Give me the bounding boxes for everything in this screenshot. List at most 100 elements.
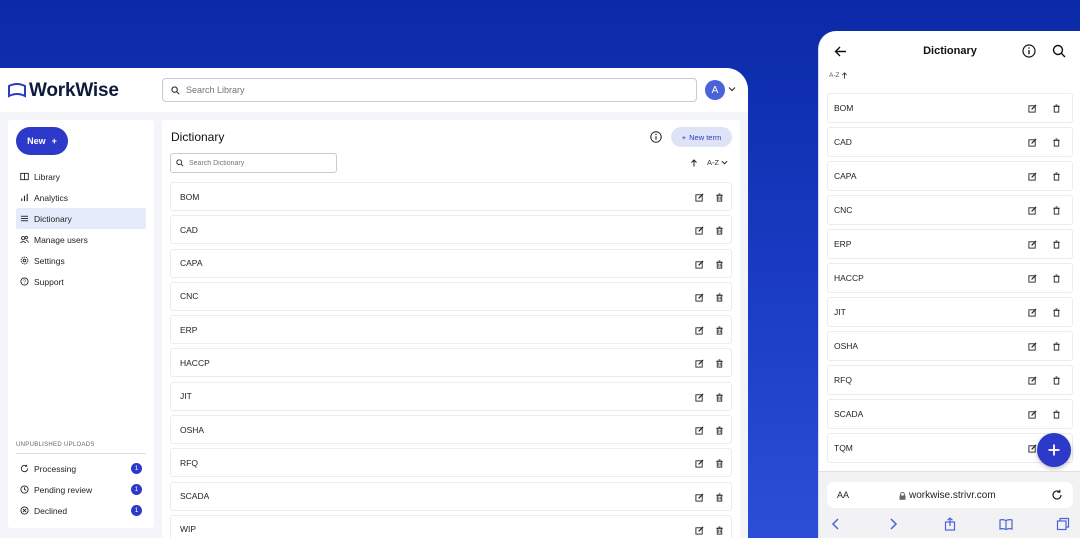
trash-icon[interactable]	[1052, 308, 1061, 317]
add-term-fab[interactable]	[1037, 433, 1071, 467]
edit-icon[interactable]	[1028, 308, 1037, 317]
edit-icon[interactable]	[1028, 104, 1037, 113]
trash-icon[interactable]	[1052, 410, 1061, 419]
trash-icon[interactable]	[715, 359, 724, 369]
forward-chevron-icon[interactable]	[886, 517, 900, 531]
list-item[interactable]: CAD	[827, 127, 1073, 157]
edit-icon[interactable]	[1028, 138, 1037, 147]
list-item[interactable]: CNC	[827, 195, 1073, 225]
bookmarks-icon[interactable]	[999, 517, 1013, 531]
trash-icon[interactable]	[715, 326, 724, 335]
trash-icon[interactable]	[715, 459, 724, 468]
avatar[interactable]: A	[705, 80, 725, 100]
edit-icon[interactable]	[1028, 240, 1037, 249]
new-button[interactable]: New +	[16, 127, 68, 155]
list-item[interactable]: HACCP	[827, 263, 1073, 293]
search-icon[interactable]	[1052, 44, 1066, 58]
edit-icon[interactable]	[1028, 274, 1037, 283]
list-item[interactable]: BOM	[827, 93, 1073, 123]
edit-icon[interactable]	[1028, 444, 1037, 453]
table-row[interactable]: BOM	[170, 182, 732, 211]
info-icon[interactable]	[650, 131, 662, 143]
library-search-input[interactable]	[186, 85, 666, 95]
table-row[interactable]: SCADA	[170, 481, 732, 511]
new-term-button[interactable]: + New term	[671, 127, 732, 147]
table-row[interactable]: ERP	[170, 315, 732, 345]
trash-icon[interactable]	[715, 260, 724, 269]
trash-icon[interactable]	[1052, 274, 1061, 283]
dictionary-search-box[interactable]	[170, 153, 337, 173]
mobile-sort-control[interactable]: A-Z	[829, 72, 848, 79]
trash-icon[interactable]	[1052, 138, 1061, 147]
reader-settings-button[interactable]: AA	[837, 490, 849, 500]
list-item[interactable]: ERP	[827, 229, 1073, 259]
library-search-box[interactable]	[162, 78, 697, 102]
divider	[16, 453, 146, 454]
trash-icon[interactable]	[715, 226, 724, 235]
address-bar[interactable]: AA workwise.strivr.com	[827, 482, 1073, 508]
trash-icon[interactable]	[715, 493, 724, 502]
trash-icon[interactable]	[715, 426, 724, 435]
trash-icon[interactable]	[1052, 172, 1061, 181]
trash-icon[interactable]	[715, 526, 724, 535]
trash-icon[interactable]	[1052, 104, 1061, 113]
edit-icon[interactable]	[1028, 410, 1037, 419]
sort-dropdown[interactable]: A-Z	[707, 158, 728, 167]
edit-icon[interactable]	[695, 326, 704, 335]
trash-icon[interactable]	[715, 293, 724, 302]
table-row[interactable]: RFQ	[170, 448, 732, 478]
reload-icon[interactable]	[1051, 489, 1063, 501]
sidebar-item-dictionary[interactable]: Dictionary	[16, 208, 146, 229]
trash-icon[interactable]	[1052, 376, 1061, 385]
edit-icon[interactable]	[695, 426, 704, 435]
edit-icon[interactable]	[1028, 172, 1037, 181]
edit-icon[interactable]	[1028, 206, 1037, 215]
edit-icon[interactable]	[1028, 342, 1037, 351]
edit-icon[interactable]	[695, 526, 704, 535]
table-row[interactable]: OSHA	[170, 415, 732, 445]
sidebar-item-settings[interactable]: Settings	[16, 250, 146, 271]
list-item[interactable]: CAPA	[827, 161, 1073, 191]
edit-icon[interactable]	[695, 226, 704, 235]
arrow-up-icon[interactable]	[690, 159, 698, 167]
upload-item-pending-review[interactable]: Pending review 1	[16, 479, 146, 500]
edit-icon[interactable]	[695, 393, 704, 402]
url-display[interactable]: workwise.strivr.com	[899, 490, 996, 501]
back-chevron-icon[interactable]	[829, 517, 843, 531]
edit-icon[interactable]	[695, 493, 704, 502]
sidebar-item-support[interactable]: ? Support	[16, 271, 146, 292]
trash-icon[interactable]	[1052, 206, 1061, 215]
list-item[interactable]: RFQ	[827, 365, 1073, 395]
workwise-logo[interactable]: WorkWise	[8, 80, 119, 102]
dictionary-search-input[interactable]	[189, 159, 329, 167]
table-row[interactable]: WIP	[170, 514, 732, 538]
trash-icon[interactable]	[1052, 342, 1061, 351]
edit-icon[interactable]	[695, 459, 704, 468]
trash-icon[interactable]	[715, 393, 724, 402]
table-row[interactable]: CNC	[170, 281, 732, 311]
sidebar-item-analytics[interactable]: Analytics	[16, 187, 146, 208]
trash-icon[interactable]	[1052, 240, 1061, 249]
table-row[interactable]: CAD	[170, 215, 732, 245]
edit-icon[interactable]	[695, 193, 704, 202]
upload-item-processing[interactable]: Processing 1	[16, 458, 146, 479]
edit-icon[interactable]	[695, 293, 704, 302]
upload-item-declined[interactable]: Declined 1	[16, 500, 146, 521]
sidebar-item-manage-users[interactable]: Manage users	[16, 229, 146, 250]
table-row[interactable]: HACCP	[170, 348, 732, 378]
trash-icon[interactable]	[715, 193, 724, 202]
edit-icon[interactable]	[695, 359, 704, 369]
list-item[interactable]: OSHA	[827, 331, 1073, 361]
sidebar-item-library[interactable]: Library	[16, 166, 146, 187]
share-icon[interactable]	[943, 517, 957, 531]
tabs-icon[interactable]	[1056, 517, 1070, 531]
edit-icon[interactable]	[695, 260, 704, 269]
table-row[interactable]: CAPA	[170, 248, 732, 278]
chevron-down-icon[interactable]	[728, 85, 736, 93]
list-item[interactable]: SCADA	[827, 399, 1073, 429]
lock-icon	[899, 491, 906, 500]
edit-icon[interactable]	[1028, 376, 1037, 385]
info-icon[interactable]	[1022, 44, 1036, 58]
list-item[interactable]: JIT	[827, 297, 1073, 327]
table-row[interactable]: JIT	[170, 381, 732, 411]
